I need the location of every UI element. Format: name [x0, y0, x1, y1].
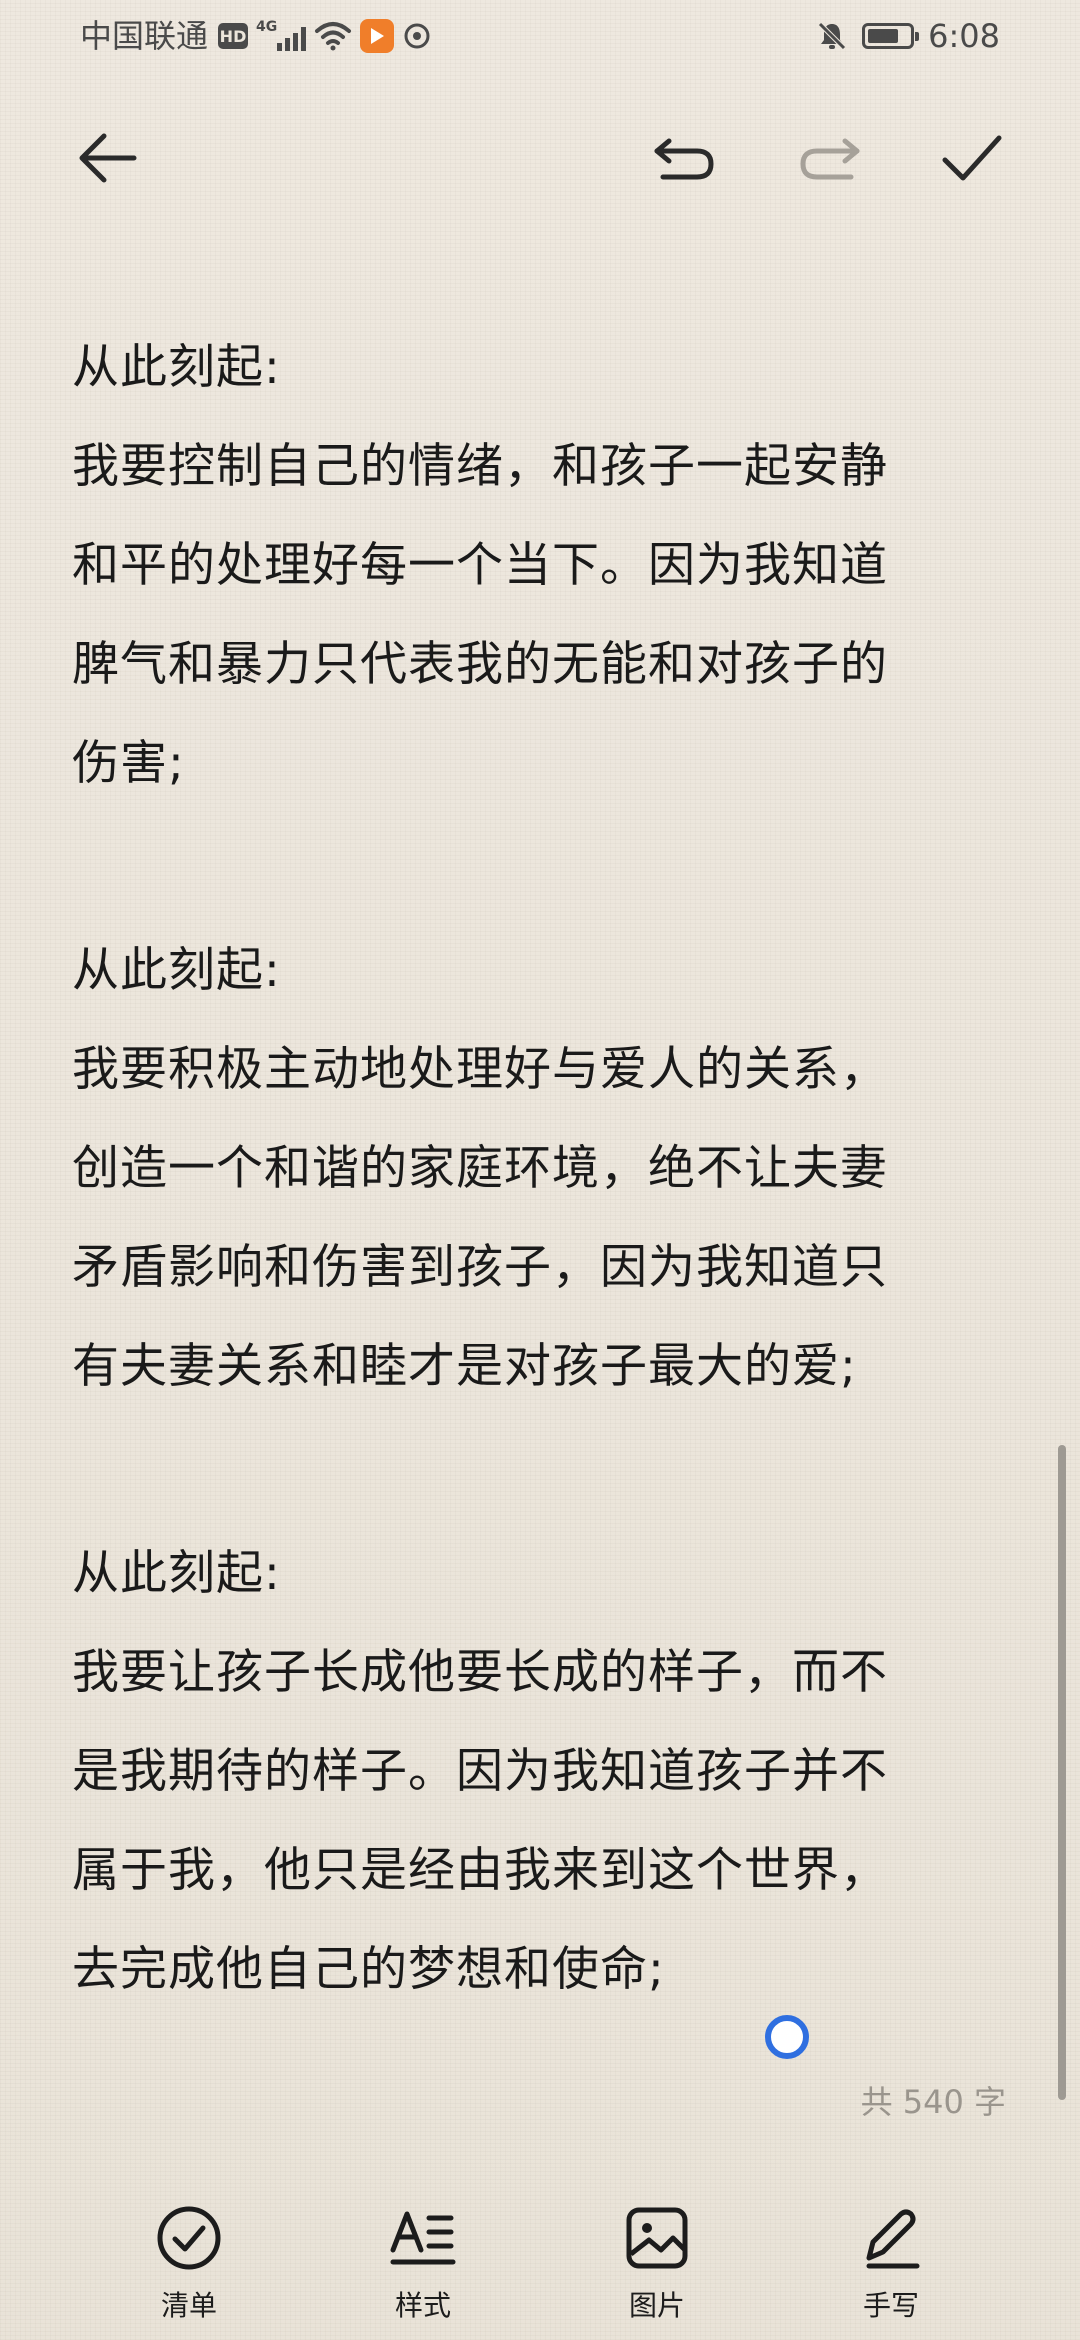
checklist-icon — [157, 2206, 221, 2270]
note-line: 有夫妻关系和睦才是对孩子最大的爱; — [72, 1339, 857, 1394]
editor-toolbar — [0, 110, 1080, 206]
mute-bell-icon — [818, 22, 846, 50]
note-line: 我要积极主动地处理好与爱人的关系， — [72, 1042, 888, 1097]
status-bar: 中国联通 HD 4G 6:08 — [0, 0, 1080, 72]
note-line: 伤害; — [72, 736, 185, 791]
note-line: 创造一个和谐的家庭环境，绝不让夫妻 — [72, 1141, 888, 1196]
note-paragraph: 从此刻起: 我要控制自己的情绪，和孩子一起安静 和平的处理好每一个当下。因为我知… — [72, 318, 1016, 813]
note-line: 去完成他自己的梦想和使命; — [72, 1942, 665, 1997]
redo-button[interactable] — [790, 110, 870, 206]
word-count: 共 540 字 — [860, 2083, 1006, 2121]
note-paragraph: 从此刻起: 我要让孩子长成他要长成的样子，而不 是我期待的样子。因为我知道孩子并… — [72, 1524, 1016, 2019]
battery-level — [868, 29, 899, 43]
note-line: 我要让孩子长成他要长成的样子，而不 — [72, 1645, 888, 1700]
note-line: 和平的处理好每一个当下。因为我知道 — [72, 538, 888, 593]
paragraph-heading: 从此刻起: — [72, 340, 281, 395]
wifi-icon — [315, 22, 351, 51]
text-style-button[interactable]: 样式 — [353, 2202, 493, 2324]
video-app-icon — [360, 19, 394, 53]
paragraph-heading: 从此刻起: — [72, 943, 281, 998]
handwriting-button[interactable]: 手写 — [821, 2202, 961, 2324]
text-style-label: 样式 — [394, 2289, 451, 2322]
scrollbar[interactable] — [1058, 1445, 1066, 2100]
text-style-icon — [390, 2211, 456, 2265]
status-icons-right: 6:08 — [816, 14, 1000, 58]
hd-icon: HD — [218, 23, 248, 49]
image-label: 图片 — [628, 2289, 685, 2322]
note-paragraph: 从此刻起: 我要积极主动地处理好与爱人的关系， 创造一个和谐的家庭环境，绝不让夫… — [72, 921, 1016, 1416]
undo-button[interactable] — [644, 110, 724, 206]
signal-icon: 4G — [256, 19, 306, 53]
note-line: 是我期待的样子。因为我知道孩子并不 — [72, 1744, 888, 1799]
checkmark-icon — [942, 135, 1002, 181]
redo-icon — [800, 138, 860, 180]
cursor-handle[interactable] — [765, 2015, 809, 2059]
note-line: 脾气和暴力只代表我的无能和对孩子的 — [72, 637, 888, 692]
undo-icon — [654, 138, 714, 180]
pen-icon — [866, 2209, 920, 2269]
back-arrow-icon — [79, 133, 137, 183]
nfc-icon — [404, 23, 430, 49]
image-button[interactable]: 图片 — [587, 2202, 727, 2324]
checklist-button[interactable]: 清单 — [119, 2202, 259, 2324]
battery-icon — [862, 23, 920, 49]
paragraph-heading: 从此刻起: — [72, 1546, 281, 1601]
carrier-name: 中国联通 — [80, 17, 209, 55]
handwriting-label: 手写 — [862, 2289, 919, 2322]
done-button[interactable] — [932, 110, 1012, 206]
note-line: 我要控制自己的情绪，和孩子一起安静 — [72, 439, 888, 494]
network-type: 4G — [256, 19, 278, 35]
note-line: 属于我，他只是经由我来到这个世界， — [72, 1843, 888, 1898]
note-editor[interactable]: 从此刻起: 我要控制自己的情绪，和孩子一起安静 和平的处理好每一个当下。因为我知… — [72, 318, 1016, 2019]
back-button[interactable] — [68, 110, 148, 206]
status-icons-left: HD 4G — [218, 14, 432, 58]
bottom-toolbar: 清单 样式 图片 手写 — [0, 2180, 1080, 2340]
note-line: 矛盾影响和伤害到孩子，因为我知道只 — [72, 1240, 888, 1295]
checklist-label: 清单 — [160, 2289, 217, 2322]
image-icon — [626, 2207, 688, 2269]
clock: 6:08 — [928, 17, 1000, 55]
